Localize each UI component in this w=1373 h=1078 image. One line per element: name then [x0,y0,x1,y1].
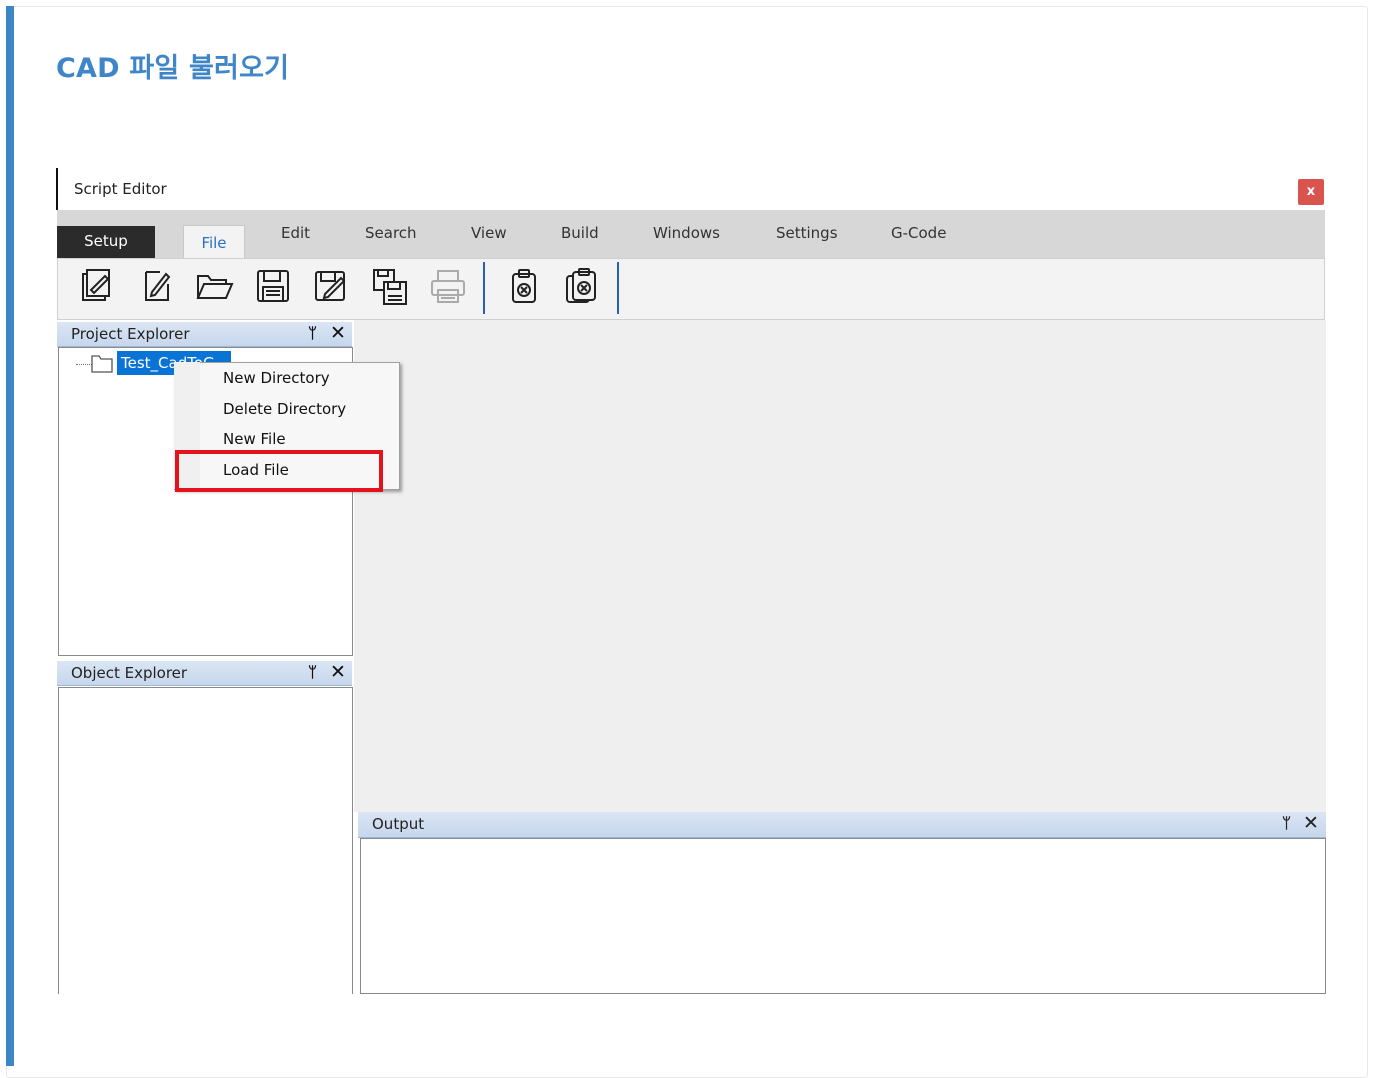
close-icon[interactable]: ✕ [330,322,346,344]
context-delete-directory[interactable]: Delete Directory [223,400,346,418]
menu-build[interactable]: Build [561,224,599,242]
menu-view[interactable]: View [471,224,507,242]
accent-bar [6,6,14,1066]
project-explorer-header: Project Explorer ᛘ ✕ [57,322,352,347]
window-left-border [56,168,58,210]
clear-icon[interactable] [504,266,544,308]
window-close-button[interactable]: x [1298,179,1324,205]
menu-settings[interactable]: Settings [776,224,838,242]
close-icon[interactable]: ✕ [1303,812,1319,834]
editor-client-area [354,320,1326,812]
object-explorer-title: Object Explorer [71,664,188,682]
save-icon[interactable] [253,266,293,308]
clear-all-icon[interactable] [562,266,602,308]
output-header: Output ᛘ ✕ [358,812,1326,838]
object-explorer-body [58,687,353,994]
menu-windows[interactable]: Windows [653,224,720,242]
menu-gcode[interactable]: G-Code [891,224,946,242]
menu-file[interactable]: File [183,225,245,260]
menu-search[interactable]: Search [365,224,417,242]
edit-icon[interactable] [136,266,176,308]
open-folder-icon[interactable] [194,266,234,308]
output-body [360,838,1326,994]
toolbar-separator [483,262,485,314]
copy-edit-icon[interactable] [77,266,117,308]
pin-icon[interactable]: ᛘ [308,324,317,342]
pin-icon[interactable]: ᛘ [308,663,317,681]
load-file-highlight [175,450,383,492]
page-title: CAD 파일 불러오기 [56,53,290,84]
context-new-file[interactable]: New File [223,430,286,448]
folder-icon [90,352,114,374]
close-icon[interactable]: ✕ [330,661,346,683]
toolbar-separator [617,262,619,314]
project-explorer-title: Project Explorer [71,325,190,343]
menu-edit[interactable]: Edit [281,224,310,242]
object-explorer-header: Object Explorer ᛘ ✕ [57,661,352,686]
context-new-directory[interactable]: New Directory [223,369,330,387]
toolbar [57,258,1325,320]
menu-setup[interactable]: Setup [57,226,155,258]
window-title: Script Editor [74,180,167,198]
pin-icon[interactable]: ᛘ [1282,814,1291,832]
print-icon[interactable] [428,266,468,308]
output-title: Output [372,815,425,833]
save-all-icon[interactable] [370,266,410,308]
save-as-icon[interactable] [311,266,351,308]
